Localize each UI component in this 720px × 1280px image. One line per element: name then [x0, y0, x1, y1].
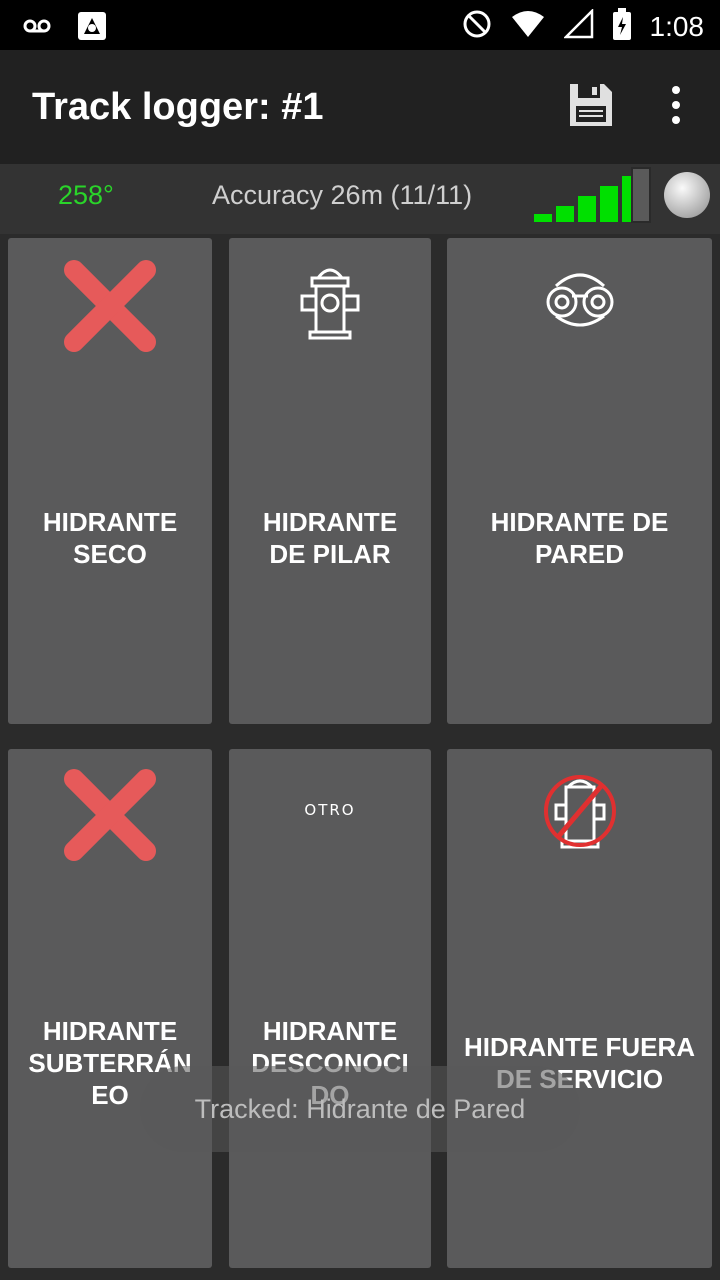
tile-label: HIDRANTE DE PILAR — [262, 507, 398, 569]
signal-bar — [600, 186, 618, 222]
tile-hidrante-fuera-de-servicio[interactable]: HIDRANTE FUERA DE SERVICIO — [447, 749, 712, 1268]
page-title: Track logger: #1 — [32, 86, 324, 128]
hydrant-out-of-service-icon — [540, 771, 620, 858]
tile-hidrante-de-pilar[interactable]: HIDRANTE DE PILAR — [229, 238, 431, 724]
tile-hidrante-subterraneo[interactable]: HIDRANTE SUBTERRÁN EO — [8, 749, 212, 1268]
app-notification-icon — [76, 10, 108, 47]
toast-message: Tracked: Hidrante de Pared — [140, 1066, 580, 1152]
info-bar: 258° Accuracy 26m (11/11) — [0, 164, 720, 234]
status-bar: 1:08 — [0, 0, 720, 50]
pillar-hydrant-icon — [290, 260, 370, 347]
battery-charging-icon — [612, 8, 632, 45]
signal-strength-indicator — [534, 167, 651, 223]
status-led — [664, 172, 710, 218]
voicemail-icon — [22, 11, 52, 46]
signal-bar — [631, 167, 651, 223]
heading-readout: 258° — [58, 180, 114, 210]
signal-bar — [578, 196, 596, 222]
tile-hidrante-de-pared[interactable]: HIDRANTE DE PARED — [447, 238, 712, 724]
tile-hidrante-seco[interactable]: HIDRANTE SECO — [8, 238, 212, 724]
more-vert-icon[interactable] — [666, 82, 686, 133]
cell-signal-icon — [562, 7, 594, 44]
app-bar: Track logger: #1 — [0, 50, 720, 164]
tile-label: HIDRANTE SECO — [42, 507, 178, 569]
red-x-icon — [60, 765, 160, 870]
red-x-icon — [60, 256, 160, 361]
accuracy-readout: Accuracy 26m (11/11) — [212, 180, 473, 210]
signal-bar — [556, 206, 574, 222]
otro-icon: OTRO — [304, 801, 356, 819]
wall-hydrant-icon — [542, 266, 618, 337]
save-icon[interactable] — [566, 80, 616, 135]
clock: 1:08 — [649, 10, 705, 42]
do-not-disturb-icon — [462, 9, 492, 44]
signal-bar — [534, 214, 552, 222]
tile-hidrante-desconocido[interactable]: OTRO HIDRANTE DESCONOCI DO — [229, 749, 431, 1268]
wifi-icon — [510, 9, 546, 44]
tile-label: HIDRANTE DE PARED — [490, 507, 669, 569]
